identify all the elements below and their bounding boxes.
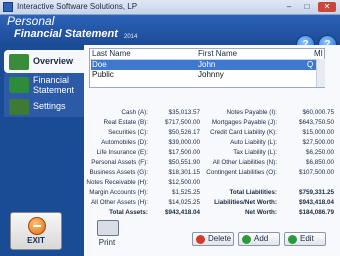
liability-label: Notes Payable (I): <box>226 109 277 116</box>
liability-label: Credit Card Liability (K): <box>210 129 277 136</box>
delete-icon <box>196 235 205 244</box>
app-year: 2014 <box>124 34 138 40</box>
minimize-button[interactable]: – <box>282 2 296 12</box>
add-label: Add <box>254 234 269 243</box>
liability-label: Mortgages Payable (J): <box>211 119 277 126</box>
exit-icon <box>28 217 46 235</box>
close-button[interactable]: ✕ <box>318 2 336 12</box>
asset-label: Automobiles (D): <box>101 139 148 146</box>
asset-value: $50,551.90 <box>168 159 200 166</box>
sidebar-item-financial-statement[interactable]: Financial Statement <box>4 73 84 97</box>
app-title-line1: Personal <box>7 14 55 28</box>
sidebar-item-settings[interactable]: Settings <box>4 97 84 117</box>
asset-value: $18,301.15 <box>168 169 200 176</box>
liability-value: $60,000.75 <box>302 109 334 116</box>
column-header-first-name[interactable]: First Name <box>198 49 237 59</box>
settings-icon <box>9 99 29 115</box>
net-worth-label: Net Worth: <box>244 209 277 216</box>
delete-label: Delete <box>208 234 232 243</box>
total-assets-label: Total Assets: <box>109 209 148 216</box>
printer-icon <box>97 220 119 236</box>
add-button[interactable]: Add <box>238 232 280 246</box>
overview-icon <box>9 54 29 70</box>
sidebar-item-label: Settings <box>33 101 66 111</box>
liability-value: $6,250.00 <box>305 149 334 156</box>
money-icon <box>9 77 29 93</box>
cell-first-name: John <box>198 60 216 69</box>
sidebar-item-label: Financial Statement <box>33 75 75 95</box>
asset-label: Margin Accounts (H): <box>89 189 148 196</box>
maximize-button[interactable]: □ <box>300 2 314 12</box>
asset-value: $35,013.57 <box>168 109 200 116</box>
cell-mi: Q <box>307 60 314 69</box>
total-liabilities-label: Total Liabilities: <box>229 189 277 196</box>
asset-value: $39,000.00 <box>168 139 200 146</box>
asset-label: Real Estate (B): <box>103 119 148 126</box>
liability-value: $643,750.50 <box>298 119 334 126</box>
asset-value: $12,500.00 <box>168 179 200 186</box>
liability-value: $27,500.00 <box>302 139 334 146</box>
liabilities-net-worth-label: Liabilities/Net Worth: <box>214 199 277 206</box>
liability-value: $6,850.00 <box>305 159 334 166</box>
liability-label: Auto Liability (L): <box>230 139 277 146</box>
asset-value: $17,500.00 <box>168 149 200 156</box>
total-liabilities-value: $759,331.25 <box>298 189 334 196</box>
edit-label: Edit <box>300 234 314 243</box>
app-icon <box>3 2 13 12</box>
column-header-last-name[interactable]: Last Name <box>92 49 131 59</box>
exit-label: EXIT <box>27 236 45 245</box>
sidebar-item-label: Overview <box>33 56 74 66</box>
add-icon <box>242 235 251 244</box>
asset-label: Personal Assets (F): <box>91 159 148 166</box>
asset-label: Securities (C): <box>108 129 148 136</box>
asset-label: Notes Receivable (H): <box>86 179 148 186</box>
cell-first-name: Johnny <box>198 70 224 79</box>
app-window: Interactive Software Solutions, LP – □ ✕… <box>0 0 340 256</box>
asset-label: Cash (A): <box>121 109 148 116</box>
liability-label: All Other Liabilities (N): <box>212 159 277 166</box>
asset-value: $14,025.25 <box>168 199 200 206</box>
print-button[interactable]: Print <box>93 220 121 250</box>
column-header-mi[interactable]: MI <box>314 49 323 59</box>
table-scrollbar[interactable] <box>316 59 325 87</box>
edit-button[interactable]: Edit <box>284 232 326 246</box>
liability-value: $107,500.00 <box>298 169 334 176</box>
cell-last-name: Public <box>92 70 114 79</box>
asset-label: All Other Assets (H): <box>90 199 148 206</box>
asset-label: Life Insurance (E): <box>96 149 148 156</box>
app-title-line2: Financial Statement <box>14 28 118 40</box>
asset-value: $717,500.00 <box>164 119 200 126</box>
table-row[interactable]: Public Johnny <box>91 70 317 80</box>
net-worth-value: $184,086.79 <box>298 209 334 216</box>
liabilities-net-worth-value: $943,418.04 <box>298 199 334 206</box>
window-title: Interactive Software Solutions, LP <box>17 2 138 11</box>
liability-label: Contingent Liabilities (O): <box>206 169 277 176</box>
liability-label: Tax Liability (L): <box>233 149 277 156</box>
title-bar: Interactive Software Solutions, LP – □ ✕ <box>0 0 340 15</box>
sidebar-item-overview[interactable]: Overview <box>4 50 84 73</box>
delete-button[interactable]: Delete <box>192 232 234 246</box>
people-table[interactable]: Last Name First Name MI Doe John Q Publi… <box>89 48 325 88</box>
cell-last-name: Doe <box>92 60 107 69</box>
print-label: Print <box>98 238 116 247</box>
checkmark-icon <box>288 235 297 244</box>
asset-value: $50,526.17 <box>168 129 200 136</box>
total-assets-value: $943,418.04 <box>164 209 200 216</box>
asset-label: Business Assets (G): <box>89 169 148 176</box>
table-row[interactable]: Doe John Q <box>91 60 317 70</box>
asset-value: $1,525.25 <box>171 189 200 196</box>
liability-value: $15,000.00 <box>302 129 334 136</box>
exit-button[interactable]: EXIT <box>10 212 62 250</box>
